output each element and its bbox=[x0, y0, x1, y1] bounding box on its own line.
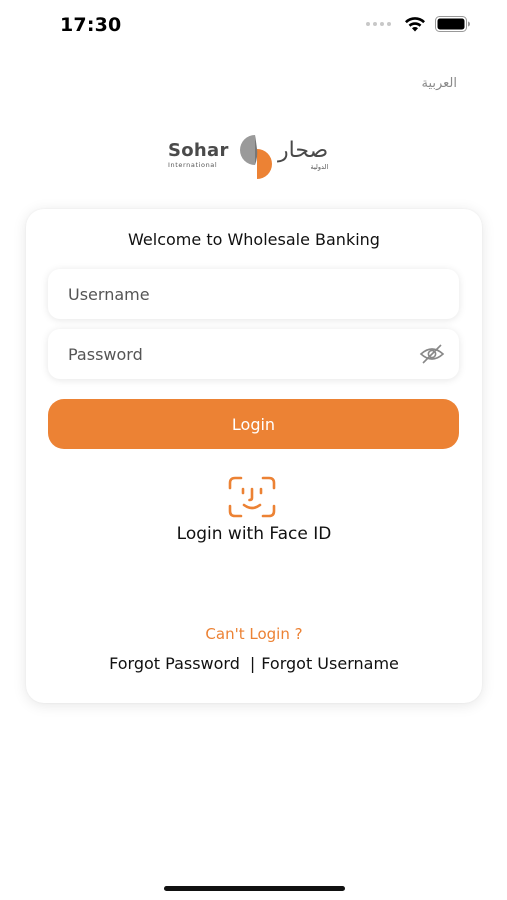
sohar-international-logo: Sohar International صحار الدولية bbox=[168, 133, 343, 181]
login-screen: 17:30 العربية Sohar International صحار ا… bbox=[0, 0, 507, 900]
logo-mark-icon bbox=[240, 135, 272, 179]
status-time: 17:30 bbox=[60, 14, 122, 36]
password-input[interactable] bbox=[48, 329, 459, 379]
username-input[interactable] bbox=[48, 269, 459, 319]
password-field-container bbox=[48, 329, 459, 379]
signal-dots-icon bbox=[366, 22, 391, 26]
forgot-password-link[interactable]: Forgot Password bbox=[109, 654, 240, 673]
status-icons bbox=[366, 16, 471, 32]
logo-name-ar: صحار bbox=[278, 138, 329, 163]
link-separator: | bbox=[249, 654, 256, 673]
logo-name-en: Sohar bbox=[168, 140, 229, 161]
logo-sub-en: International bbox=[168, 161, 218, 169]
home-indicator[interactable] bbox=[164, 886, 345, 891]
logo-english: Sohar International bbox=[168, 140, 229, 170]
hide-password-eye-icon[interactable] bbox=[419, 343, 445, 370]
forgot-username-link[interactable]: Forgot Username bbox=[261, 654, 399, 673]
forgot-links-row: Forgot Password | Forgot Username bbox=[26, 654, 482, 673]
welcome-heading: Welcome to Wholesale Banking bbox=[128, 230, 380, 249]
face-id-icon[interactable] bbox=[227, 475, 277, 524]
language-toggle-link[interactable]: العربية bbox=[421, 76, 457, 91]
login-button[interactable]: Login bbox=[48, 399, 459, 449]
logo-arabic: صحار الدولية bbox=[278, 138, 329, 172]
battery-icon bbox=[435, 16, 471, 32]
wifi-icon bbox=[404, 16, 426, 32]
cant-login-link[interactable]: Can't Login ? bbox=[26, 625, 482, 643]
username-field-container bbox=[48, 269, 459, 319]
logo-sub-ar: الدولية bbox=[310, 163, 329, 171]
face-id-login-link[interactable]: Login with Face ID bbox=[26, 524, 482, 544]
login-card: Welcome to Wholesale Banking Login bbox=[26, 209, 482, 703]
